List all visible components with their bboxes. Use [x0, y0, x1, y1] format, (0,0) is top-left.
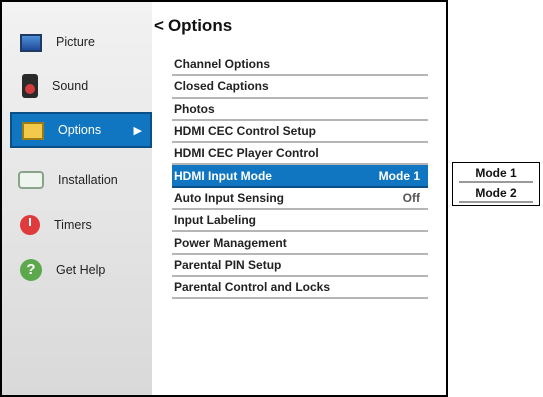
- help-icon: ?: [20, 259, 42, 281]
- menu-item-label: Power Management: [174, 235, 287, 250]
- options-menu-list: Channel Options Closed Captions Photos H…: [172, 54, 428, 300]
- back-icon[interactable]: <: [154, 16, 164, 36]
- picture-icon: [20, 34, 42, 52]
- sidebar-item-label: Get Help: [56, 263, 106, 277]
- menu-item-auto-input-sensing[interactable]: Auto Input Sensing Off: [172, 188, 428, 211]
- menu-item-label: Closed Captions: [174, 79, 269, 94]
- sidebar-item-label: Sound: [52, 79, 89, 93]
- popup-option-mode-2[interactable]: Mode 2: [459, 185, 533, 203]
- tv-menu-screen: Picture Sound Options ▶ Installation Tim…: [0, 0, 448, 397]
- menu-item-value: Off: [402, 190, 420, 205]
- sidebar-item-label: Installation: [58, 173, 118, 187]
- speaker-icon: [22, 74, 38, 98]
- sidebar-item-options[interactable]: Options ▶: [10, 112, 152, 148]
- menu-item-hdmi-cec-control-setup[interactable]: HDMI CEC Control Setup: [172, 121, 428, 144]
- menu-item-channel-options[interactable]: Channel Options: [172, 54, 428, 77]
- popup-option-mode-1[interactable]: Mode 1: [459, 165, 533, 183]
- sidebar-item-sound[interactable]: Sound: [2, 68, 152, 104]
- menu-item-label: Channel Options: [174, 57, 270, 72]
- sidebar-item-picture[interactable]: Picture: [2, 24, 152, 60]
- menu-item-label: Parental PIN Setup: [174, 257, 282, 272]
- play-arrow-icon: ▶: [133, 124, 142, 137]
- menu-item-label: HDMI CEC Player Control: [174, 146, 319, 161]
- menu-item-label: Parental Control and Locks: [174, 280, 331, 295]
- sidebar-item-label: Options: [58, 123, 102, 137]
- hdmi-mode-popup: Mode 1 Mode 2: [452, 162, 540, 206]
- menu-item-label: Auto Input Sensing: [174, 190, 284, 205]
- menu-item-label: Photos: [174, 101, 215, 116]
- installation-icon: [18, 171, 44, 189]
- menu-item-parental-pin-setup[interactable]: Parental PIN Setup: [172, 255, 428, 277]
- menu-item-value: Mode 1: [378, 168, 420, 183]
- menu-item-hdmi-input-mode[interactable]: HDMI Input Mode Mode 1: [172, 165, 428, 188]
- menu-item-input-labeling[interactable]: Input Labeling: [172, 210, 428, 233]
- sidebar-item-installation[interactable]: Installation: [2, 162, 152, 198]
- page-title: < Options: [154, 16, 232, 36]
- menu-item-hdmi-cec-player-control[interactable]: HDMI CEC Player Control: [172, 143, 428, 166]
- sidebar-item-label: Picture: [56, 35, 95, 49]
- sidebar-item-get-help[interactable]: ? Get Help: [2, 252, 152, 288]
- menu-item-power-management[interactable]: Power Management: [172, 232, 428, 255]
- sidebar: Picture Sound Options ▶ Installation Tim…: [2, 2, 152, 395]
- menu-item-label: HDMI Input Mode: [174, 168, 272, 183]
- menu-item-label: Input Labeling: [174, 213, 256, 228]
- page-title-text: Options: [167, 16, 233, 35]
- sidebar-item-label: Timers: [54, 218, 92, 232]
- menu-item-photos[interactable]: Photos: [172, 99, 428, 121]
- menu-item-label: HDMI CEC Control Setup: [174, 124, 316, 139]
- menu-item-closed-captions[interactable]: Closed Captions: [172, 76, 428, 99]
- menu-item-parental-control-and-locks[interactable]: Parental Control and Locks: [172, 277, 428, 300]
- timer-icon: [20, 215, 40, 235]
- sidebar-item-timers[interactable]: Timers: [2, 207, 152, 243]
- options-icon: [22, 122, 44, 140]
